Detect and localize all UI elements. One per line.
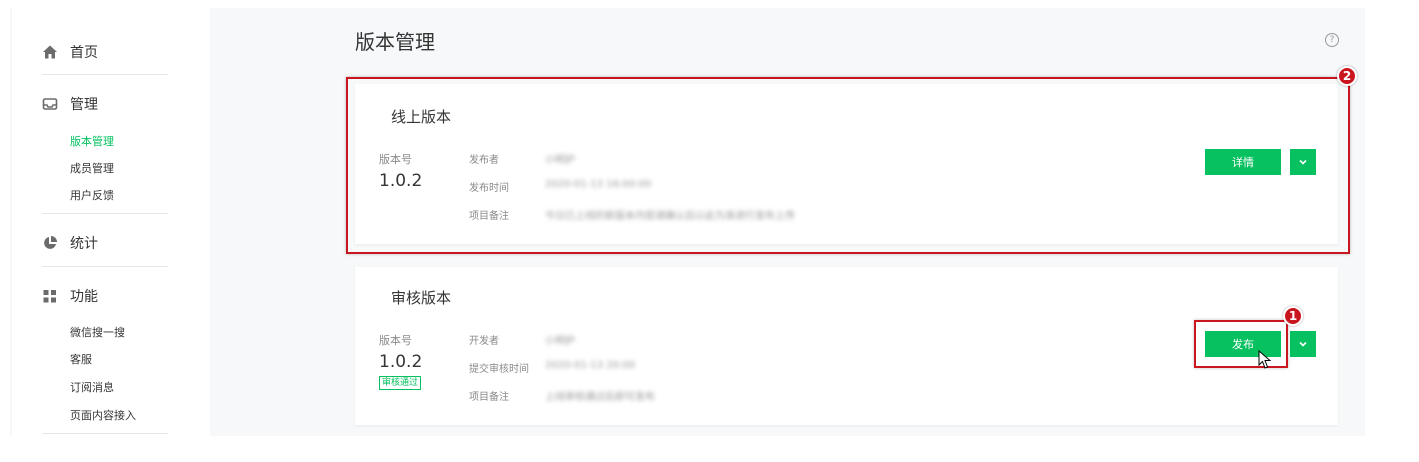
divider	[42, 266, 168, 267]
step-marker-2: 2	[1337, 66, 1357, 86]
step-marker-1: 1	[1283, 306, 1303, 326]
review-version-title: 审核版本	[391, 289, 452, 307]
version-number: 1.0.2	[379, 171, 423, 191]
sidebar: 首页 管理 版本管理 成员管理 用户反馈 统计 功能 微信搜一搜 客服 订阅消息…	[12, 8, 210, 436]
nav-manage-label: 管理	[70, 97, 98, 113]
detail-button[interactable]: 详情	[1205, 149, 1281, 175]
submit-time-label: 提交审核时间	[469, 364, 529, 375]
version-number: 1.0.2	[379, 352, 423, 372]
note-value: 上线审核通过后即可发布	[545, 392, 655, 403]
publish-time-label: 发布时间	[469, 183, 509, 194]
grid-icon	[42, 288, 58, 304]
publisher-value: 小明护	[545, 155, 575, 166]
developer-value: 小明护	[545, 336, 575, 347]
sidebar-item-subscribe-message[interactable]: 订阅消息	[70, 379, 114, 395]
sidebar-item-customer-service[interactable]: 客服	[70, 351, 92, 367]
nav-stats-label: 统计	[70, 236, 98, 252]
status-badge: 审核通过	[379, 376, 422, 390]
divider	[42, 433, 168, 434]
divider	[42, 74, 168, 75]
sidebar-item-version-manage[interactable]: 版本管理	[70, 133, 114, 149]
nav-home-label: 首页	[70, 45, 98, 61]
sidebar-item-member-manage[interactable]: 成员管理	[70, 160, 114, 176]
inbox-icon	[42, 96, 58, 112]
note-label: 项目备注	[469, 392, 509, 403]
chevron-down-icon	[1298, 155, 1308, 170]
version-label: 版本号	[379, 153, 412, 166]
online-more-dropdown[interactable]	[1290, 149, 1316, 175]
mouse-cursor-icon	[1258, 349, 1272, 374]
home-icon	[42, 44, 58, 60]
nav-features-label: 功能	[70, 289, 98, 305]
online-version-card: 线上版本 版本号 1.0.2 发布者 小明护 发布时间 2020-01-13 1…	[355, 84, 1338, 244]
sidebar-item-user-feedback[interactable]: 用户反馈	[70, 187, 114, 203]
chevron-down-icon	[1298, 337, 1308, 352]
review-version-card: 审核版本 版本号 1.0.2 审核通过 开发者 小明护 提交审核时间 2020-…	[355, 267, 1338, 425]
note-label: 项目备注	[469, 211, 509, 222]
developer-label: 开发者	[469, 336, 499, 347]
nav-manage[interactable]: 管理	[42, 92, 168, 116]
online-version-title: 线上版本	[391, 108, 452, 126]
publisher-label: 发布者	[469, 155, 499, 166]
nav-features[interactable]: 功能	[42, 284, 168, 308]
review-more-dropdown[interactable]	[1290, 331, 1316, 357]
pie-chart-icon	[42, 235, 58, 251]
publish-time-value: 2020-01-13 16:00:00	[545, 179, 652, 190]
note-value: 今日已上线的新版本内容请确认后以此为准进行发布上传	[545, 211, 795, 222]
nav-stats[interactable]: 统计	[42, 231, 168, 255]
help-icon[interactable]: ?	[1325, 33, 1339, 47]
nav-home[interactable]: 首页	[42, 40, 168, 64]
sidebar-item-page-content[interactable]: 页面内容接入	[70, 407, 136, 423]
sidebar-item-wechat-search[interactable]: 微信搜一搜	[70, 324, 125, 340]
version-label: 版本号	[379, 334, 412, 347]
page-title: 版本管理	[355, 30, 435, 54]
submit-time-value: 2020-01-13 20:00	[545, 360, 636, 371]
divider	[42, 213, 168, 214]
